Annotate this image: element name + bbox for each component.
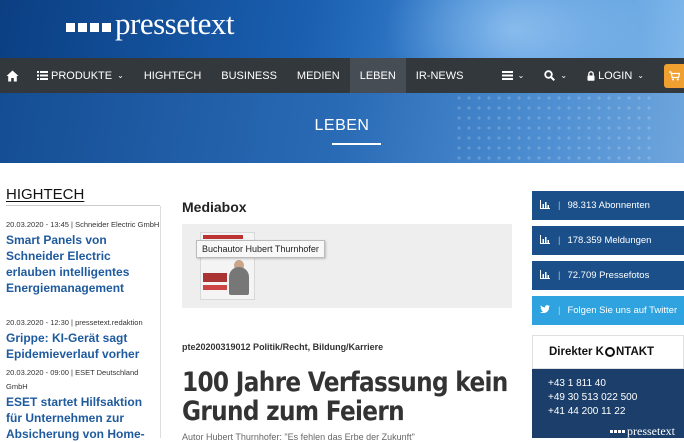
- news-title-link[interactable]: ESET startet Hilfsaktion für Unternehmen…: [6, 394, 160, 442]
- divider: [6, 205, 160, 206]
- thumb-book-band: [203, 273, 227, 282]
- nav-home[interactable]: [0, 58, 27, 93]
- news-meta: 20.03.2020 - 09:00 | ESET Deutschland Gm…: [6, 368, 139, 391]
- news-meta: 20.03.2020 - 13:45 | Schneider Electric …: [6, 220, 160, 229]
- list-icon: [37, 71, 48, 80]
- article-title: 100 Jahre Verfassung kein Grund zum Feie…: [182, 367, 508, 427]
- stat-messages[interactable]: | 178.359 Meldungen: [532, 226, 684, 255]
- nav-item-label: IR-NEWS: [415, 69, 464, 82]
- phone-number[interactable]: +49 30 513 022 500: [548, 391, 637, 405]
- bar-chart-icon: [532, 234, 558, 247]
- news-item: 20.03.2020 - 13:45 | Schneider Electric …: [6, 218, 160, 296]
- stat-label: 98.313 Abonnenten: [567, 200, 650, 211]
- bar-chart-icon: [532, 199, 558, 212]
- nav-item-hightech[interactable]: HIGHTECH: [134, 58, 211, 93]
- thumb-person-body: [229, 267, 249, 295]
- sidebar-heading[interactable]: HIGHTECH: [6, 186, 160, 203]
- phone-number[interactable]: +41 44 200 11 22: [548, 405, 637, 419]
- contact-o-icon: [604, 347, 615, 357]
- thumb-book-band: [203, 285, 227, 290]
- twitter-follow-button[interactable]: | Folgen Sie uns auf Twitter: [532, 296, 684, 325]
- cart-button[interactable]: [664, 63, 684, 88]
- stat-subscribers[interactable]: | 98.313 Abonnenten: [532, 191, 684, 220]
- news-item: 20.03.2020 - 12:30 | pressetext.redaktio…: [6, 316, 160, 362]
- article-meta: pte20200319012 Politik/Recht, Bildung/Ka…: [182, 342, 384, 352]
- news-title-link[interactable]: Smart Panels von Schneider Electric erla…: [6, 232, 160, 296]
- title-underline: [332, 143, 381, 145]
- logo-text: pressetext: [115, 6, 234, 41]
- hamburger-icon: [501, 71, 513, 80]
- nav-item-label: MEDIEN: [296, 69, 340, 82]
- chevron-down-icon: ⌄: [560, 71, 568, 80]
- separator: |: [558, 235, 561, 246]
- site-logo[interactable]: pressetext: [66, 6, 234, 42]
- bar-chart-icon: [532, 269, 558, 282]
- logo-squares-icon: [610, 430, 625, 433]
- home-icon: [6, 70, 19, 81]
- section-hero: LEBEN: [0, 93, 684, 163]
- header-banner: pressetext: [0, 0, 684, 58]
- thumbnail-tooltip: Buchautor Hubert Thurnhofer: [196, 240, 325, 258]
- news-meta: 20.03.2020 - 12:30 | pressetext.redaktio…: [6, 318, 143, 327]
- nav-item-label: BUSINESS: [221, 69, 277, 82]
- article-subtitle: Autor Hubert Thurnhofer: "Es fehlen das …: [182, 432, 415, 442]
- separator: |: [558, 305, 561, 316]
- mediabox-heading: Mediabox: [182, 199, 247, 215]
- thumb-header-bar: [203, 235, 243, 239]
- phone-number[interactable]: +43 1 811 40: [548, 377, 637, 391]
- column-divider: [160, 206, 161, 438]
- banner-glow: [384, 0, 644, 58]
- login-label: LOGIN: [598, 69, 633, 82]
- nav-item-label: HIGHTECH: [143, 69, 202, 82]
- separator: |: [558, 200, 561, 211]
- contact-phones: +43 1 811 40 +49 30 513 022 500 +41 44 2…: [548, 377, 637, 419]
- chevron-down-icon: ⌄: [117, 71, 124, 80]
- cart-icon: [668, 70, 680, 80]
- logo-squares-icon: [66, 22, 111, 32]
- stat-photos[interactable]: | 72.709 Pressefotos: [532, 261, 684, 290]
- main-nav: PRODUKTE ⌄ HIGHTECH BUSINESS MEDIEN LEBE…: [0, 58, 684, 93]
- chevron-down-icon: ⌄: [637, 71, 644, 80]
- section-title: LEBEN: [314, 117, 370, 134]
- contact-logo-text: pressetext: [627, 424, 675, 438]
- news-title-link[interactable]: Grippe: KI-Gerät sagt Epidemieverlauf vo…: [6, 330, 160, 362]
- contact-heading-text: Direkter K: [549, 346, 604, 358]
- nav-item-produkte[interactable]: PRODUKTE ⌄: [27, 58, 134, 93]
- nav-item-leben[interactable]: LEBEN: [349, 58, 406, 93]
- lock-icon: [587, 70, 595, 81]
- search-icon: [544, 70, 556, 81]
- search-dropdown[interactable]: ⌄: [534, 58, 577, 93]
- contact-heading: Direkter K NTAKT: [532, 335, 684, 369]
- nav-right: ⌄ ⌄ LOGIN ⌄: [492, 58, 684, 93]
- nav-item-business[interactable]: BUSINESS: [211, 58, 287, 93]
- stat-label: 178.359 Meldungen: [567, 235, 652, 246]
- twitter-icon: [532, 305, 558, 316]
- menu-dropdown[interactable]: ⌄: [492, 58, 535, 93]
- separator: |: [558, 270, 561, 281]
- contact-logo: pressetext: [610, 424, 675, 439]
- nav-item-medien[interactable]: MEDIEN: [287, 58, 350, 93]
- stat-label: Folgen Sie uns auf Twitter: [567, 305, 678, 316]
- left-sidebar: HIGHTECH 20.03.2020 - 13:45 | Schneider …: [6, 186, 160, 441]
- news-item: 20.03.2020 - 09:00 | ESET Deutschland Gm…: [6, 366, 160, 442]
- nav-item-label: PRODUKTE: [51, 69, 113, 82]
- nav-item-label: LEBEN: [359, 69, 396, 82]
- chevron-down-icon: ⌄: [517, 71, 525, 80]
- contact-heading-text: NTAKT: [615, 346, 655, 358]
- stat-label: 72.709 Pressefotos: [567, 270, 650, 281]
- login-dropdown[interactable]: LOGIN ⌄: [577, 58, 654, 93]
- nav-item-ir-news[interactable]: IR-NEWS: [406, 58, 474, 93]
